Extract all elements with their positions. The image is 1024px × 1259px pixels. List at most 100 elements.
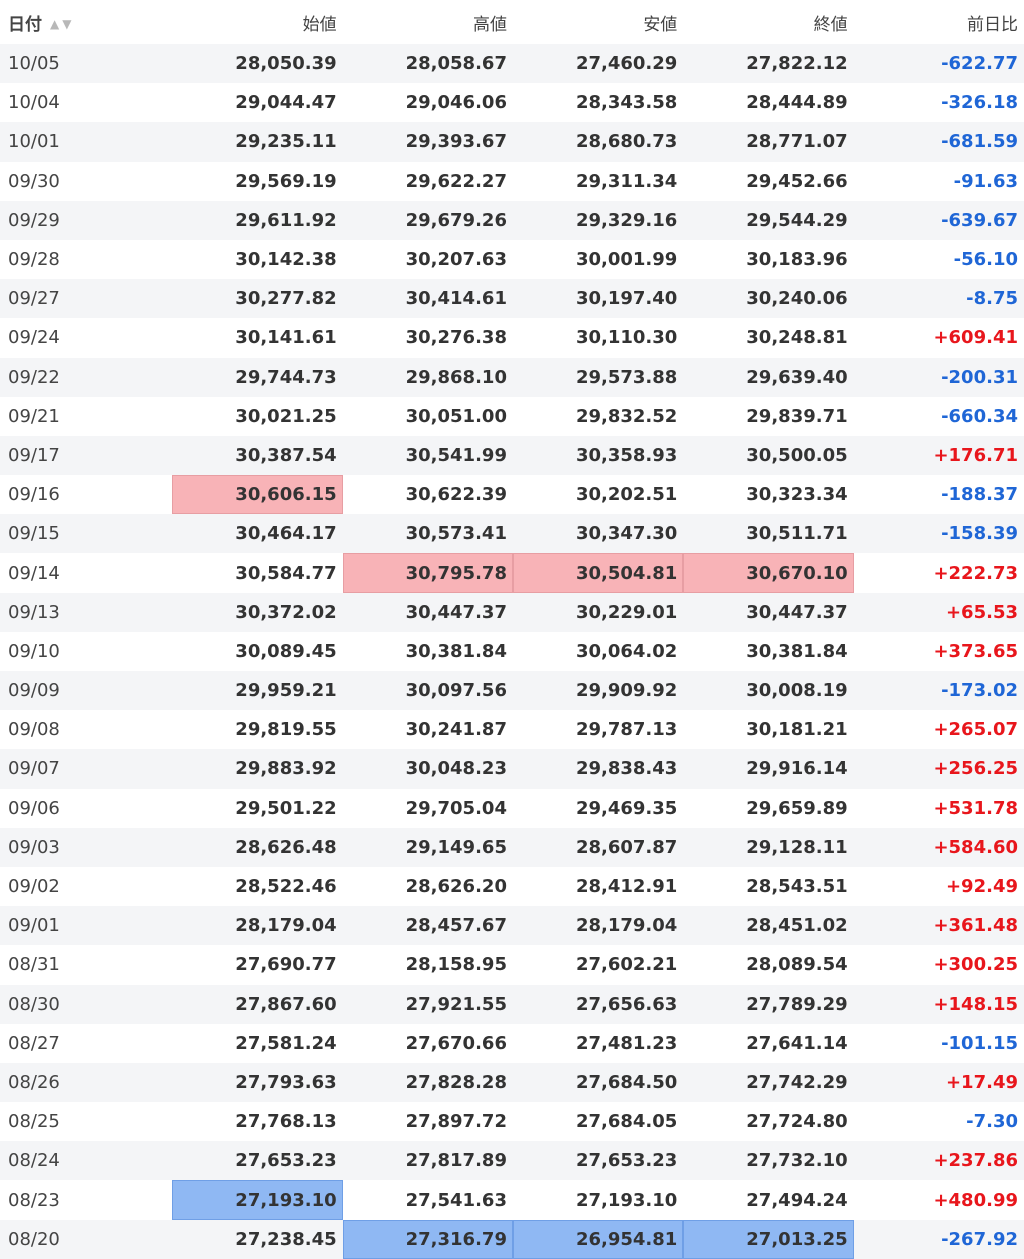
table-body: 10/05 28,050.39 28,058.67 27,460.29 27,822.1… [0,44,1024,1259]
cell-low: 28,412.91 [575,876,678,898]
cell-low: 28,343.58 [575,92,678,114]
table-row: 08/26 27,793.63 27,828.28 27,684.50 27,742.2… [0,1062,1024,1103]
cell-date: 08/30 [8,993,60,1015]
cell-open: 27,238.45 [235,1228,337,1250]
cell-open: 30,142.38 [235,249,337,271]
table-row: 09/29 29,611.92 29,679.26 29,329.16 29,544.2… [0,200,1024,240]
table-row: 10/04 29,044.47 29,046.06 28,343.58 28,444.8… [0,83,1024,123]
cell-open: 30,021.25 [235,405,337,427]
cell-date: 08/20 [8,1228,60,1250]
cell-close: 30,240.06 [746,288,848,310]
cell-high: 30,276.38 [405,327,507,349]
cell-low: 30,202.51 [575,484,678,506]
table-row: 08/23 27,193.10 27,541.63 27,193.10 27,494.2… [0,1180,1024,1220]
cell-open: 28,626.48 [235,836,337,858]
cell-high: 30,573.41 [405,523,507,545]
cell-open: 29,959.21 [235,680,337,702]
column-header-high: 高値 [472,14,507,35]
table-row: 08/20 27,238.45 27,316.79 26,954.81 27,013.2… [0,1219,1024,1259]
cell-open: 29,883.92 [235,758,337,780]
table-header: 日付 ▲▼ 始値 高値 安値 終値 前日比 [0,0,1024,44]
cell-change: -639.67 [941,209,1018,231]
cell-low: 26,954.81 [512,1219,684,1259]
cell-date: 09/22 [8,366,60,388]
table-row: 09/10 30,089.45 30,381.84 30,064.02 30,381.8… [0,631,1024,671]
cell-date: 09/17 [8,444,60,466]
cell-close: 28,451.02 [746,915,848,937]
cell-close: 30,008.19 [746,680,848,702]
sort-up-down-icon[interactable]: ▲▼ [50,17,74,31]
cell-date: 09/16 [8,484,60,506]
cell-change: +361.48 [933,915,1018,937]
cell-open: 29,501.22 [235,797,337,819]
cell-date: 10/05 [8,53,60,75]
cell-low: 30,001.99 [575,249,678,271]
cell-high: 29,046.06 [405,92,507,114]
cell-high: 30,097.56 [405,680,507,702]
column-header-open: 始値 [302,14,337,35]
cell-low: 27,684.50 [575,1071,678,1093]
cell-date: 09/29 [8,209,60,231]
cell-open: 30,464.17 [235,523,337,545]
cell-close: 28,444.89 [746,92,848,114]
cell-close: 29,916.14 [746,758,848,780]
cell-close: 27,724.80 [746,1111,848,1133]
cell-change: -7.30 [966,1111,1018,1133]
cell-low: 30,110.30 [575,327,678,349]
cell-change: +17.49 [945,1071,1018,1093]
column-header-low: 安値 [643,14,678,35]
cell-change: -91.63 [953,170,1018,192]
cell-change: +237.86 [933,1150,1018,1172]
cell-date: 08/26 [8,1071,60,1093]
cell-change: +300.25 [933,954,1018,976]
column-header-date[interactable]: 日付 ▲▼ [0,0,172,44]
cell-high: 27,897.72 [405,1111,507,1133]
cell-change: +256.25 [933,758,1018,780]
cell-open: 30,387.54 [235,444,337,466]
table-row: 09/08 29,819.55 30,241.87 29,787.13 30,181.2… [0,710,1024,750]
table-row: 09/02 28,522.46 28,626.20 28,412.91 28,543.5… [0,866,1024,907]
cell-close: 29,452.66 [746,170,848,192]
cell-low: 29,329.16 [575,209,678,231]
cell-change: -158.39 [941,523,1018,545]
price-history-table: 日付 ▲▼ 始値 高値 安値 終値 前日比 10/05 28,050.39 28,05… [0,0,1024,1259]
cell-open: 28,179.04 [235,915,337,937]
cell-low: 30,347.30 [575,523,678,545]
cell-open: 29,235.11 [235,131,337,153]
column-header-date-label: 日付 [8,14,42,35]
cell-change: -326.18 [941,92,1018,114]
cell-open: 27,768.13 [235,1111,337,1133]
cell-close: 29,544.29 [746,209,848,231]
cell-low: 28,607.87 [575,836,678,858]
cell-open: 28,050.39 [235,53,337,75]
cell-low: 29,838.43 [575,758,678,780]
cell-date: 08/31 [8,954,60,976]
cell-close: 30,670.10 [683,553,854,593]
table-row: 09/22 29,744.73 29,868.10 29,573.88 29,639.4… [0,357,1024,397]
cell-date: 09/10 [8,640,60,662]
cell-date: 09/14 [8,562,60,584]
table-row: 08/30 27,867.60 27,921.55 27,656.63 27,789.2… [0,984,1024,1024]
cell-open: 29,819.55 [235,719,337,741]
table-row: 09/27 30,277.82 30,414.61 30,197.40 30,240.0… [0,279,1024,319]
cell-low: 29,787.13 [575,719,678,741]
cell-date: 10/04 [8,92,60,114]
cell-low: 29,311.34 [575,170,678,192]
table-row: 10/05 28,050.39 28,058.67 27,460.29 27,822.1… [0,44,1024,84]
cell-high: 30,207.63 [405,249,507,271]
cell-open: 30,141.61 [235,327,337,349]
cell-close: 29,659.89 [746,797,848,819]
cell-close: 30,323.34 [746,484,848,506]
table-row: 09/16 30,606.15 30,622.39 30,202.51 30,323.3… [0,475,1024,515]
cell-date: 09/03 [8,836,60,858]
cell-low: 30,358.93 [575,444,678,466]
cell-open: 27,581.24 [235,1032,337,1054]
cell-high: 30,622.39 [405,484,507,506]
cell-close: 29,128.11 [746,836,848,858]
cell-open: 30,606.15 [172,475,343,515]
cell-date: 10/01 [8,131,60,153]
cell-change: +480.99 [933,1189,1018,1211]
cell-close: 28,089.54 [746,954,848,976]
table-row: 09/09 29,959.21 30,097.56 29,909.92 30,008.1… [0,671,1024,711]
cell-date: 09/06 [8,797,60,819]
